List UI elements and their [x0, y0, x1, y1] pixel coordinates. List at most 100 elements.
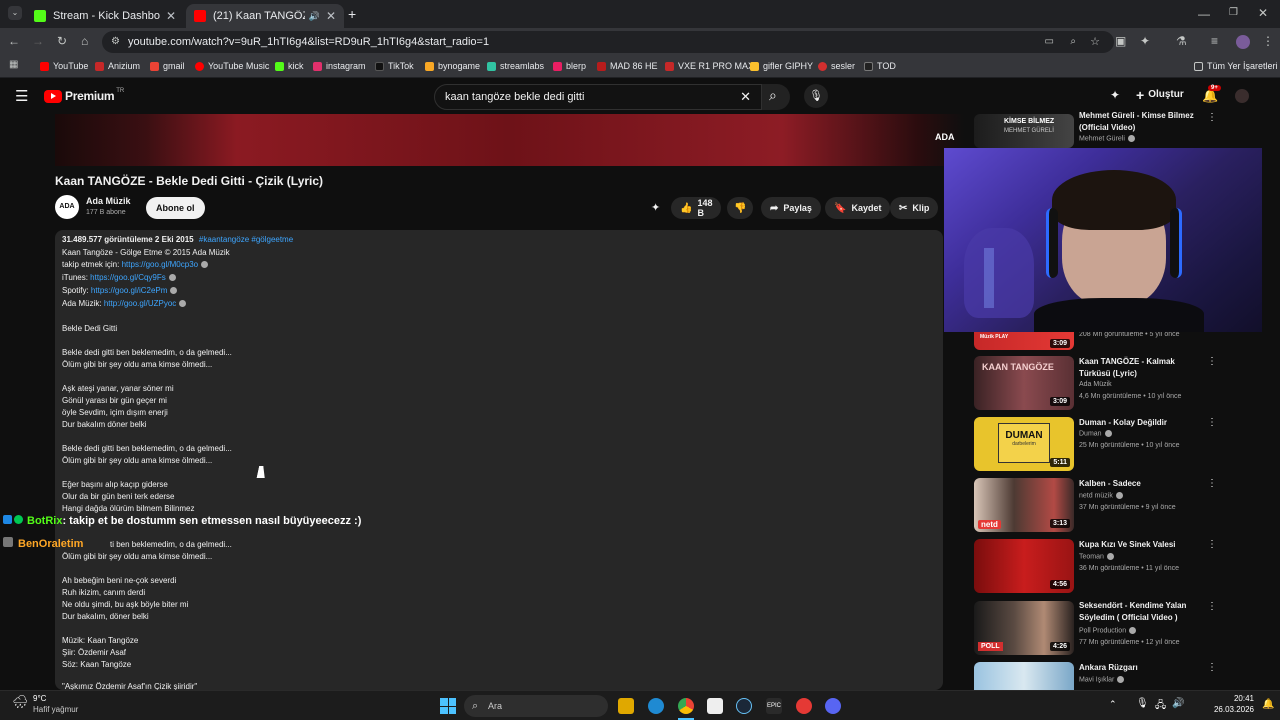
- record-app-icon[interactable]: [796, 698, 812, 714]
- more-options-icon[interactable]: ⋮: [1207, 539, 1217, 550]
- hashtags[interactable]: #kaantangöze #gölgeetme: [199, 235, 293, 244]
- reload-icon[interactable]: ↻: [57, 34, 67, 48]
- like-button[interactable]: 👍 148 B: [671, 197, 721, 219]
- tab-kick-dashboard[interactable]: Stream - Kick Dashboard ✕: [26, 4, 184, 28]
- share-button[interactable]: ➦ Paylaş: [761, 197, 821, 219]
- steam-icon[interactable]: [736, 698, 752, 714]
- recommendation-thumbnail[interactable]: POLL 4:26: [974, 601, 1074, 655]
- recommendation-title[interactable]: Mehmet Güreli - Kimse Bilmez (Official V…: [1079, 110, 1199, 134]
- chrome-icon[interactable]: [678, 698, 694, 714]
- bookmark-tiktok[interactable]: TikTok: [375, 61, 414, 71]
- extensions-icon[interactable]: ✦: [1140, 34, 1150, 48]
- bookmark-blerp[interactable]: blerp: [553, 61, 586, 71]
- recommendation-thumbnail[interactable]: KAAN TANGÖZE 3:09: [974, 356, 1074, 410]
- volume-icon[interactable]: 🔊: [1172, 698, 1184, 709]
- more-options-icon[interactable]: ⋮: [1207, 417, 1217, 428]
- video-player[interactable]: ADA: [55, 114, 964, 166]
- bookmark-kick[interactable]: kick: [275, 61, 304, 71]
- minimize-icon[interactable]: —: [1198, 7, 1210, 21]
- bookmark-sesler[interactable]: sesler: [818, 61, 855, 71]
- close-icon[interactable]: ✕: [326, 9, 336, 23]
- dislike-button[interactable]: 👎: [727, 197, 753, 219]
- profile-avatar[interactable]: [1236, 35, 1250, 49]
- bookmark-bynogame[interactable]: bynogame: [425, 61, 480, 71]
- notifications-icon[interactable]: 🔔: [1262, 699, 1274, 710]
- clip-button[interactable]: ✂ Klip: [890, 197, 939, 219]
- more-options-icon[interactable]: ⋮: [1207, 601, 1217, 612]
- bookmark-streamlabs[interactable]: streamlabs: [487, 61, 544, 71]
- clock-time[interactable]: 20:41: [1232, 694, 1254, 703]
- channel-avatar[interactable]: ADA: [55, 195, 79, 219]
- new-tab-button[interactable]: +: [348, 6, 356, 22]
- more-options-icon[interactable]: ⋮: [1207, 356, 1217, 367]
- hamburger-menu-icon[interactable]: ☰: [15, 87, 28, 105]
- all-bookmarks[interactable]: Tüm Yer İşaretleri: [1194, 61, 1278, 71]
- voice-search-icon[interactable]: 🎙: [804, 84, 828, 108]
- gemini-icon[interactable]: ✦: [1110, 88, 1120, 102]
- app-icon[interactable]: [825, 698, 841, 714]
- zoom-icon[interactable]: ⌕: [1070, 31, 1076, 53]
- itunes-link[interactable]: https://goo.gl/Cqy9Fs: [90, 273, 166, 282]
- recommendation-title[interactable]: Ankara Rüzgarı: [1079, 662, 1199, 674]
- restore-icon[interactable]: ❐: [1229, 7, 1238, 18]
- create-button[interactable]: + Oluştur: [1136, 88, 1184, 102]
- bookmark-youtube[interactable]: YouTube: [40, 61, 88, 71]
- bookmark-instagram[interactable]: instagram: [313, 61, 366, 71]
- more-options-icon[interactable]: ⋮: [1207, 112, 1217, 123]
- microphone-icon[interactable]: 🎙: [1136, 698, 1149, 709]
- recommendation-thumbnail[interactable]: DUMAN darbelerim 5:11: [974, 417, 1074, 471]
- close-window-icon[interactable]: ✕: [1258, 6, 1268, 20]
- taskbar-search[interactable]: ⌕ Ara: [464, 695, 608, 717]
- address-bar[interactable]: ⚙ youtube.com/watch?v=9uR_1hTI6g4&list=R…: [102, 31, 1114, 53]
- tab-search-icon[interactable]: ⌄: [8, 6, 22, 20]
- windows-start-icon[interactable]: [440, 698, 456, 714]
- search-button[interactable]: ⌕: [762, 84, 790, 110]
- gemini-ask-icon[interactable]: ✦: [651, 201, 660, 214]
- clock-date[interactable]: 26.03.2026: [1212, 705, 1254, 714]
- ada-link[interactable]: http://goo.gl/UZPyoc: [104, 299, 176, 308]
- bookmark-anizium[interactable]: Anizium: [95, 61, 140, 71]
- menu-icon[interactable]: ⋮: [1262, 34, 1274, 48]
- account-avatar[interactable]: [1235, 89, 1249, 103]
- bookmark-star-icon[interactable]: ☆: [1090, 31, 1100, 53]
- media-icon[interactable]: ≡: [1211, 34, 1218, 48]
- epic-games-icon[interactable]: EPIC: [766, 698, 782, 714]
- install-icon[interactable]: ▭: [1045, 31, 1054, 53]
- bookmark-mad86[interactable]: MAD 86 HE: [597, 61, 658, 71]
- bookmark-youtube-music[interactable]: YouTube Music: [195, 61, 269, 71]
- spotify-link[interactable]: https://goo.gl/iC2ePm: [91, 286, 167, 295]
- bookmark-giphy[interactable]: gifler GIPHY: [750, 61, 813, 71]
- back-icon[interactable]: ←: [8, 34, 20, 48]
- save-button[interactable]: 🔖 Kaydet: [825, 197, 891, 219]
- subscribe-button[interactable]: Abone ol: [146, 197, 205, 219]
- tab-youtube[interactable]: (21) Kaan TANGÖZE - Bekle 🔊 ✕: [186, 4, 344, 28]
- bookmark-tod[interactable]: TOD: [864, 61, 896, 71]
- forward-icon[interactable]: →: [32, 34, 44, 48]
- recommendation-title[interactable]: Kalben - Sadece: [1079, 478, 1199, 490]
- bookmark-gmail[interactable]: gmail: [150, 61, 185, 71]
- recommendation-thumbnail[interactable]: Müzik PLAY 3:09: [974, 332, 1074, 350]
- home-icon[interactable]: ⌂: [81, 34, 88, 48]
- file-explorer-icon[interactable]: [618, 698, 634, 714]
- recommendation-thumbnail[interactable]: KİMSE BİLMEZ MEHMET GÜRELİ: [974, 114, 1074, 148]
- weather-icon[interactable]: 🌧: [12, 694, 29, 710]
- recommendation-thumbnail[interactable]: [974, 662, 1074, 690]
- follow-link[interactable]: https://goo.gl/M0cp3o: [122, 260, 199, 269]
- tray-chevron-icon[interactable]: ⌃: [1109, 699, 1117, 710]
- edge-icon[interactable]: [648, 698, 664, 714]
- more-options-icon[interactable]: ⋮: [1207, 478, 1217, 489]
- store-icon[interactable]: [707, 698, 723, 714]
- youtube-logo[interactable]: Premium TR: [44, 88, 124, 103]
- apps-icon[interactable]: ▦: [9, 59, 18, 70]
- more-options-icon[interactable]: ⋮: [1207, 662, 1217, 673]
- puzzle-icon[interactable]: ⚗: [1176, 34, 1187, 48]
- clear-search-icon[interactable]: ✕: [740, 85, 751, 109]
- recommendation-title[interactable]: Kaan TANGÖZE - Kalmak Türküsü (Lyric): [1079, 356, 1199, 380]
- recommendation-title[interactable]: Duman - Kolay Değildir: [1079, 417, 1199, 429]
- network-icon[interactable]: 🖧: [1155, 698, 1166, 715]
- bookmark-vxe[interactable]: VXE R1 PRO MAX: [665, 61, 754, 71]
- close-icon[interactable]: ✕: [166, 9, 176, 23]
- recommendation-title[interactable]: Seksendört - Kendime Yalan Söyledim ( Of…: [1079, 600, 1199, 624]
- site-info-icon[interactable]: ⚙: [111, 31, 120, 53]
- channel-name[interactable]: Ada Müzik: [86, 196, 131, 206]
